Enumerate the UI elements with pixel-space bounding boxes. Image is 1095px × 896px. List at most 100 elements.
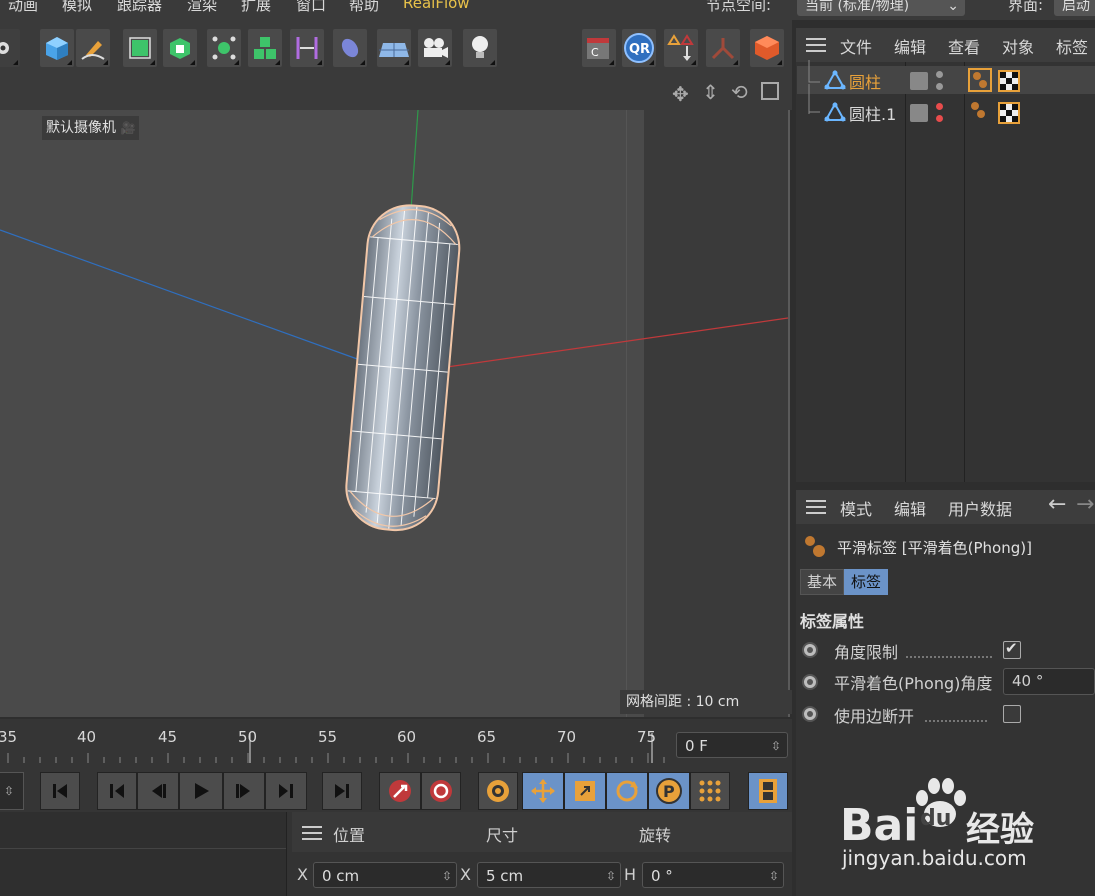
angle-limit-checkbox[interactable]: ✔ [1003, 639, 1021, 659]
point-level-key-button[interactable] [690, 772, 730, 810]
cloner-button[interactable] [248, 29, 282, 67]
menu-extensions[interactable]: 扩展 [241, 0, 271, 15]
align-button[interactable] [664, 29, 698, 67]
camera-button[interactable] [418, 29, 452, 67]
checker-icon [1000, 104, 1018, 122]
hamburger-menu-icon[interactable] [806, 38, 826, 52]
menu-animation[interactable]: 动画 [8, 0, 38, 15]
timeline-ruler[interactable]: 35 40 45 50 55 60 65 70 75 [0, 719, 792, 769]
stepper-icon[interactable]: ⇳ [769, 863, 779, 889]
phong-tag-icon[interactable] [968, 68, 992, 92]
previous-frame-button[interactable] [137, 772, 179, 810]
layout-dropdown[interactable]: 启动 [1054, 0, 1095, 16]
rotate-icon [616, 780, 638, 802]
measure-button[interactable] [290, 29, 324, 67]
keyframe-selection-button[interactable] [478, 772, 518, 810]
menu-help[interactable]: 帮助 [349, 0, 379, 15]
position-key-button[interactable] [522, 772, 564, 810]
tab-basic[interactable]: 基本 [800, 569, 844, 595]
current-frame-field[interactable]: 0 F ⇳ [676, 732, 788, 758]
maximize-view-icon[interactable] [761, 82, 779, 100]
texture-tag-icon[interactable] [998, 102, 1020, 124]
object-row-cylinder-1[interactable]: 圆柱.1 [806, 84, 904, 126]
current-frame-value: 0 F [685, 737, 708, 755]
floor-button[interactable] [377, 29, 411, 67]
rotation-h-field[interactable]: 0 ° ⇳ [642, 862, 784, 888]
back-arrow-icon[interactable]: ← [1048, 492, 1066, 517]
array-button[interactable] [163, 29, 197, 67]
record-keys-button[interactable] [379, 772, 421, 810]
am-menu-mode[interactable]: 模式 [840, 496, 872, 520]
rotate-view-icon[interactable]: ⟲ [731, 80, 748, 104]
am-menu-user-data[interactable]: 用户数据 [948, 496, 1012, 520]
dolly-view-icon[interactable]: ⇕ [702, 80, 719, 104]
om-menu-file[interactable]: 文件 [840, 34, 872, 58]
deformer-button[interactable] [207, 29, 241, 67]
camera-label[interactable]: 默认摄像机 🎥 [42, 116, 140, 140]
render-visibility-dot[interactable] [936, 83, 943, 90]
next-key-button[interactable] [265, 772, 307, 810]
stepper-icon[interactable]: ⇳ [771, 733, 781, 759]
attribute-manager-menu: 模式 编辑 用户数据 ← → [796, 490, 1095, 524]
column-divider [964, 62, 965, 482]
dots-grid-icon [699, 780, 721, 802]
texture-tag-icon[interactable] [998, 70, 1020, 92]
next-frame-button[interactable] [223, 772, 265, 810]
node-space-dropdown[interactable]: 当前 (标准/物理) ⌄ [797, 0, 965, 16]
menu-simulate[interactable]: 模拟 [62, 0, 92, 15]
go-to-start-button[interactable] [40, 772, 80, 810]
om-menu-edit[interactable]: 编辑 [894, 34, 926, 58]
render-settings-button[interactable] [0, 29, 20, 67]
am-menu-edit[interactable]: 编辑 [894, 496, 926, 520]
joint-button[interactable] [706, 29, 740, 67]
subdivision-button[interactable] [123, 29, 157, 67]
size-x-field[interactable]: 5 cm ⇳ [477, 862, 621, 888]
light-button[interactable] [463, 29, 497, 67]
timeline-button[interactable] [748, 772, 788, 810]
phong-angle-field[interactable]: 40 ° [1003, 668, 1095, 695]
om-menu-view[interactable]: 查看 [948, 34, 980, 58]
stepper-icon[interactable]: ⇳ [606, 863, 616, 889]
om-menu-tags[interactable]: 标签 [1056, 34, 1088, 58]
pen-button[interactable] [76, 29, 110, 67]
editor-visibility-dot[interactable] [936, 103, 943, 110]
chevron-down-icon: ⌄ [947, 0, 959, 14]
animate-radio-icon[interactable] [802, 642, 818, 658]
scale-key-button[interactable] [564, 772, 606, 810]
phong-spheres-icon [971, 102, 985, 118]
move-view-icon[interactable]: ✥ [672, 82, 689, 106]
menu-realflow[interactable]: RealFlow [403, 0, 470, 12]
forward-arrow-icon[interactable]: → [1076, 492, 1094, 517]
editor-visibility-dot[interactable] [936, 71, 943, 78]
phong-tag-icon[interactable] [968, 100, 992, 124]
go-to-end-button[interactable] [322, 772, 362, 810]
stepper-icon[interactable]: ⇳ [442, 863, 452, 889]
field-button[interactable] [333, 29, 367, 67]
use-edge-breaks-checkbox[interactable] [1003, 705, 1021, 723]
layer-toggle-icon[interactable] [910, 104, 928, 122]
rotation-key-button[interactable] [606, 772, 648, 810]
menu-bar: 动画 模拟 跟踪器 渲染 扩展 窗口 帮助 RealFlow 节点空间: 当前 … [0, 0, 1095, 20]
cube-button[interactable] [40, 29, 74, 67]
3d-viewport[interactable] [0, 110, 790, 717]
layer-toggle-icon[interactable] [910, 72, 928, 90]
menu-tracker[interactable]: 跟踪器 [117, 0, 162, 15]
frame-stepper[interactable]: ⇳ [0, 772, 24, 810]
tab-tag[interactable]: 标签 [844, 569, 888, 595]
menu-window[interactable]: 窗口 [296, 0, 326, 15]
animate-radio-icon[interactable] [802, 706, 818, 722]
parameter-key-button[interactable]: P [648, 772, 690, 810]
om-menu-object[interactable]: 对象 [1002, 34, 1034, 58]
animate-radio-icon[interactable] [802, 674, 818, 690]
render-visibility-dot[interactable] [936, 115, 943, 122]
box-button[interactable] [750, 29, 784, 67]
menu-render[interactable]: 渲染 [187, 0, 217, 15]
play-button[interactable] [179, 772, 223, 810]
hamburger-menu-icon[interactable] [806, 500, 826, 514]
auto-key-button[interactable] [421, 772, 461, 810]
qr-button[interactable]: QR [622, 29, 656, 67]
previous-key-button[interactable] [97, 772, 137, 810]
position-x-field[interactable]: 0 cm ⇳ [313, 862, 457, 888]
cinema-render-button[interactable]: C [582, 29, 616, 67]
hamburger-menu-icon[interactable] [302, 826, 322, 840]
